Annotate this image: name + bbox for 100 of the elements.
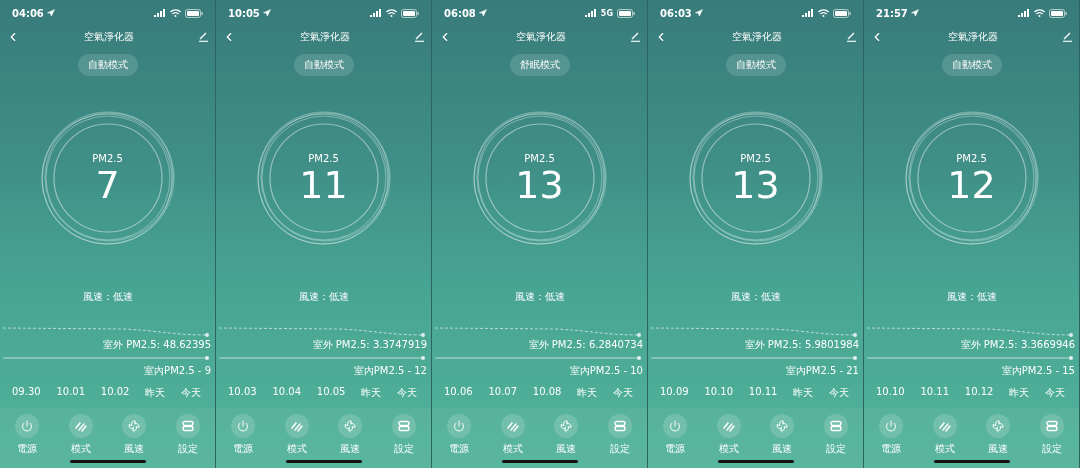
stripes-icon xyxy=(74,420,87,432)
control-button[interactable]: 設定 xyxy=(1030,414,1075,456)
fan-icon xyxy=(992,420,1005,432)
date-label: 昨天 xyxy=(577,386,598,400)
wifi-icon xyxy=(386,9,397,17)
date-label: 今天 xyxy=(829,386,849,400)
date-label: 昨天 xyxy=(361,386,382,400)
date-label: 10.07 xyxy=(488,386,518,399)
battery-icon xyxy=(1049,8,1067,18)
fan-icon xyxy=(776,420,789,432)
edit-icon[interactable] xyxy=(630,32,641,42)
date-label: 10.09 xyxy=(660,386,689,399)
wind-speed: 風速：低速 xyxy=(730,290,781,304)
date-label: 10.02 xyxy=(100,386,130,399)
wind-speed: 風速：低速 xyxy=(514,290,565,304)
control-button[interactable]: 風速 xyxy=(760,414,805,456)
control-button[interactable]: 模式 xyxy=(490,414,535,456)
date-label: 10.11 xyxy=(920,386,950,399)
control-button[interactable]: 電源 xyxy=(868,414,913,456)
control-button[interactable]: 設定 xyxy=(382,414,427,456)
settings-icon xyxy=(614,420,627,432)
date-label: 10.11 xyxy=(748,386,778,399)
settings-icon xyxy=(1046,420,1059,432)
pm-label: PM2.5 xyxy=(308,152,339,164)
settings-icon xyxy=(398,420,411,432)
mode-badge[interactable]: 自動模式 xyxy=(941,54,1002,76)
date-label: 今天 xyxy=(181,386,201,400)
control-button[interactable]: 模式 xyxy=(58,414,103,456)
control-button[interactable]: 模式 xyxy=(922,414,967,456)
stripes-icon xyxy=(938,420,951,432)
screen-title: 空氣淨化器 xyxy=(516,30,566,44)
outdoor-reading: 室外 PM2.5: 5.9801984 xyxy=(744,338,859,352)
control-button[interactable]: 風速 xyxy=(328,414,373,456)
control-button[interactable]: 風速 xyxy=(544,414,589,456)
signal-icon xyxy=(370,9,382,17)
wifi-icon xyxy=(1034,9,1045,17)
control-button[interactable]: 設定 xyxy=(166,414,211,456)
screen-title: 空氣淨化器 xyxy=(84,30,134,44)
edit-icon[interactable] xyxy=(1062,32,1073,42)
control-button[interactable]: 設定 xyxy=(598,414,643,456)
mode-badge[interactable]: 舒眠模式 xyxy=(509,54,570,76)
date-label: 10.03 xyxy=(228,386,257,399)
control-button[interactable]: 風速 xyxy=(976,414,1021,456)
control-button[interactable]: 模式 xyxy=(274,414,319,456)
signal-icon xyxy=(154,9,166,17)
indoor-reading: 室內PM2.5 - 21 xyxy=(785,364,859,378)
control-button[interactable]: 設定 xyxy=(814,414,859,456)
mode-badge[interactable]: 自動模式 xyxy=(725,54,786,76)
date-label: 昨天 xyxy=(793,386,814,400)
date-label: 10.08 xyxy=(532,386,562,399)
wind-speed: 風速：低速 xyxy=(298,290,349,304)
mode-badge[interactable]: 自動模式 xyxy=(77,54,138,76)
mode-badge[interactable]: 自動模式 xyxy=(293,54,354,76)
edit-icon[interactable] xyxy=(198,32,209,42)
location-arrow-icon xyxy=(478,9,487,17)
date-label: 10.12 xyxy=(964,386,994,399)
edit-icon[interactable] xyxy=(414,32,425,42)
edit-icon[interactable] xyxy=(846,32,857,42)
control-button[interactable]: 風速 xyxy=(112,414,157,456)
date-label: 09.30 xyxy=(12,386,41,399)
fan-icon xyxy=(560,420,573,432)
control-button[interactable]: 電源 xyxy=(652,414,697,456)
screen-title: 空氣淨化器 xyxy=(948,30,998,44)
status-time: 10:05 xyxy=(228,7,260,19)
date-label: 10.10 xyxy=(876,386,905,399)
date-label: 10.01 xyxy=(56,386,86,399)
pm-value: 13 xyxy=(731,165,780,204)
fan-icon xyxy=(344,420,357,432)
settings-icon xyxy=(830,420,843,432)
stripes-icon xyxy=(290,420,303,432)
screen-title: 空氣淨化器 xyxy=(732,30,782,44)
pm-value: 7 xyxy=(95,165,120,204)
indoor-reading: 室內PM2.5 - 9 xyxy=(144,364,211,378)
control-button[interactable]: 電源 xyxy=(4,414,49,456)
pm-label: PM2.5 xyxy=(740,152,771,164)
battery-icon xyxy=(833,8,851,18)
power-icon xyxy=(20,420,33,432)
outdoor-reading: 室外 PM2.5: 6.2840734 xyxy=(528,338,643,352)
control-button[interactable]: 模式 xyxy=(706,414,751,456)
indoor-reading: 室內PM2.5 - 12 xyxy=(353,364,427,378)
battery-icon xyxy=(185,8,203,18)
outdoor-reading: 室外 PM2.5: 3.3669946 xyxy=(960,338,1075,352)
date-label: 10.10 xyxy=(704,386,734,399)
control-button[interactable]: 電源 xyxy=(436,414,481,456)
signal-icon xyxy=(1018,9,1030,17)
location-arrow-icon xyxy=(694,9,703,17)
power-icon xyxy=(884,420,897,432)
control-button[interactable]: 電源 xyxy=(220,414,265,456)
stripes-icon xyxy=(722,420,735,432)
date-label: 昨天 xyxy=(145,386,166,400)
date-label: 今天 xyxy=(613,386,633,400)
signal-icon xyxy=(802,9,814,17)
pm-value: 12 xyxy=(947,165,996,204)
settings-icon xyxy=(182,420,195,432)
indoor-reading: 室內PM2.5 - 10 xyxy=(569,364,643,378)
date-label: 昨天 xyxy=(1009,386,1030,400)
outdoor-reading: 室外 PM2.5: 3.3747919 xyxy=(312,338,427,352)
power-icon xyxy=(668,420,681,432)
location-arrow-icon xyxy=(910,9,919,17)
wifi-icon xyxy=(818,9,829,17)
